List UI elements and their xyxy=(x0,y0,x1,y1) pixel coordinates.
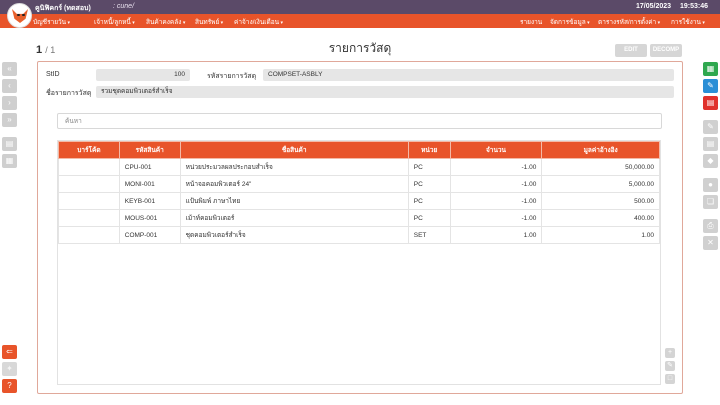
table-icon[interactable]: ▦ xyxy=(2,154,17,168)
duplicate-icon[interactable]: ❏ xyxy=(703,195,718,209)
main-menu: บัญชีรายวัน เจ้าหนี้/ลูกหนี้ สินค้าคงคลั… xyxy=(0,14,720,28)
cell-reference-value: 400.00 xyxy=(541,209,660,227)
menu-inventory[interactable]: สินค้าคงคลัง xyxy=(146,17,185,27)
column-unit[interactable]: หน่วย xyxy=(407,141,451,159)
fox-logo[interactable] xyxy=(7,3,32,28)
menu-assets[interactable]: สินทรัพย์ xyxy=(195,17,223,27)
menu-reports[interactable]: รายงาน xyxy=(520,17,542,27)
cell-unit: SET xyxy=(407,226,451,244)
double-chevron-down-icon[interactable]: » xyxy=(2,113,17,127)
material-code-field[interactable]: COMPSET-ASBLY xyxy=(263,69,674,81)
document-list-icon[interactable]: ▤ xyxy=(2,137,17,151)
add-row-icon[interactable]: + xyxy=(665,348,675,358)
cell-product-name: เม้าท์คอมพิวเตอร์ xyxy=(179,209,409,227)
back-arrow-icon[interactable]: ⇐ xyxy=(2,345,17,359)
double-chevron-up-icon[interactable]: « xyxy=(2,62,17,76)
menu-code-settings[interactable]: ตารางรหัส/การตั้งค่า xyxy=(598,17,660,27)
column-quantity[interactable]: จำนวน xyxy=(449,141,543,159)
menu-payables-receivables[interactable]: เจ้าหนี้/ลูกหนี้ xyxy=(94,17,135,27)
decomp-button[interactable]: DECOMP xyxy=(650,44,682,57)
stid-field[interactable]: 100 xyxy=(96,69,190,81)
table-row[interactable]: MOUS-001 เม้าท์คอมพิวเตอร์ PC -1.00 400.… xyxy=(58,209,660,227)
cell-quantity: -1.00 xyxy=(449,158,543,176)
material-name-label: ชื่อรายการวัสดุ xyxy=(46,90,92,97)
cell-quantity: -1.00 xyxy=(449,192,543,210)
items-table-container: บาร์โค้ด รหัสสินค้า ชื่อสินค้า หน่วย จำน… xyxy=(57,140,661,385)
cell-barcode xyxy=(58,158,120,176)
cell-product-code: KEYB-001 xyxy=(118,192,181,210)
table-row[interactable]: MONI-001 หน้าจอคอมพิวเตอร์ 24" PC -1.00 … xyxy=(58,175,660,193)
table-header-row: บาร์โค้ด รหัสสินค้า ชื่อสินค้า หน่วย จำน… xyxy=(58,141,660,159)
cell-quantity: -1.00 xyxy=(449,175,543,193)
column-product-code[interactable]: รหัสสินค้า xyxy=(118,141,181,159)
copy-icon[interactable]: ▤ xyxy=(703,137,718,151)
close-icon[interactable]: ✕ xyxy=(703,236,718,250)
search-input[interactable]: ค้นหา xyxy=(57,113,662,129)
company-name: คูนิฟิคกร์ (ทดสอบ) xyxy=(35,5,91,12)
help-icon[interactable]: ? xyxy=(2,379,17,393)
cell-barcode xyxy=(58,175,120,193)
user-icon[interactable]: ● xyxy=(703,178,718,192)
page-title: รายการวัสดุ xyxy=(328,41,392,55)
pencil-icon[interactable]: ✎ xyxy=(703,120,718,134)
table-row[interactable]: COMP-001 ชุดคอมพิวเตอร์สำเร็จ SET 1.00 1… xyxy=(58,226,660,244)
delete-row-icon[interactable]: □ xyxy=(665,374,675,384)
cell-product-name: หน่วยประมวลผลประกอบสำเร็จ xyxy=(179,158,409,176)
cell-product-code: MOUS-001 xyxy=(118,209,181,227)
cell-reference-value: 1.00 xyxy=(541,226,660,244)
cell-product-name: แป้นพิมพ์ ภาษาไทย xyxy=(179,192,409,210)
menu-daily-accounting[interactable]: บัญชีรายวัน xyxy=(33,17,70,27)
column-reference-value[interactable]: มูลค่าอ้างอิง xyxy=(541,141,660,159)
cell-quantity: 1.00 xyxy=(449,226,543,244)
cell-barcode xyxy=(58,192,120,210)
cell-product-code: CPU-001 xyxy=(118,158,181,176)
cell-product-name: หน้าจอคอมพิวเตอร์ 24" xyxy=(179,175,409,193)
edit-row-icon[interactable]: ✎ xyxy=(665,361,675,371)
cell-unit: PC xyxy=(407,192,451,210)
print-icon[interactable]: ⎙ xyxy=(703,219,718,233)
cell-product-code: MONI-001 xyxy=(118,175,181,193)
tag-icon[interactable]: ◆ xyxy=(703,154,718,168)
table-row[interactable]: KEYB-001 แป้นพิมพ์ ภาษาไทย PC -1.00 500.… xyxy=(58,192,660,210)
excel-export-icon[interactable]: ▦ xyxy=(703,62,718,76)
edit-button[interactable]: EDIT xyxy=(615,44,647,57)
cell-product-name: ชุดคอมพิวเตอร์สำเร็จ xyxy=(179,226,409,244)
pin-icon[interactable]: ✦ xyxy=(2,362,17,376)
cell-unit: PC xyxy=(407,158,451,176)
cell-unit: PC xyxy=(407,209,451,227)
current-time: 19:53:46 xyxy=(680,3,709,10)
chevron-left-icon[interactable]: ‹ xyxy=(2,79,17,93)
cell-reference-value: 5,000.00 xyxy=(541,175,660,193)
items-table: บาร์โค้ด รหัสสินค้า ชื่อสินค้า หน่วย จำน… xyxy=(58,141,660,244)
menu-payroll[interactable]: ค่าจ้าง/เงินเดือน xyxy=(234,17,283,27)
table-row[interactable]: CPU-001 หน่วยประมวลผลประกอบสำเร็จ PC -1.… xyxy=(58,158,660,176)
cell-barcode xyxy=(58,226,120,244)
stid-label: StID xyxy=(46,71,60,78)
cell-reference-value: 50,000.00 xyxy=(541,158,660,176)
material-name-field[interactable]: รวมชุดคอมพิวเตอร์สำเร็จ xyxy=(96,86,674,98)
pdf-export-icon[interactable]: ▤ xyxy=(703,96,718,110)
cell-product-code: COMP-001 xyxy=(118,226,181,244)
material-code-label: รหัสรายการวัสดุ xyxy=(207,73,257,80)
user-name: : cune/ xyxy=(113,3,135,10)
top-bar: คูนิฟิคกร์ (ทดสอบ) : cune/ 17/05/2023 19… xyxy=(0,0,720,14)
column-barcode[interactable]: บาร์โค้ด xyxy=(58,141,120,159)
menu-usage[interactable]: การใช้งาน xyxy=(671,17,705,27)
current-date: 17/05/2023 xyxy=(636,3,672,10)
chevron-right-icon[interactable]: › xyxy=(2,96,17,110)
cell-unit: PC xyxy=(407,175,451,193)
column-product-name[interactable]: ชื่อสินค้า xyxy=(179,141,409,159)
edit-icon[interactable]: ✎ xyxy=(703,79,718,93)
menu-data-management[interactable]: จัดการข้อมูล xyxy=(550,17,590,27)
cell-reference-value: 500.00 xyxy=(541,192,660,210)
cell-barcode xyxy=(58,209,120,227)
cell-quantity: -1.00 xyxy=(449,209,543,227)
